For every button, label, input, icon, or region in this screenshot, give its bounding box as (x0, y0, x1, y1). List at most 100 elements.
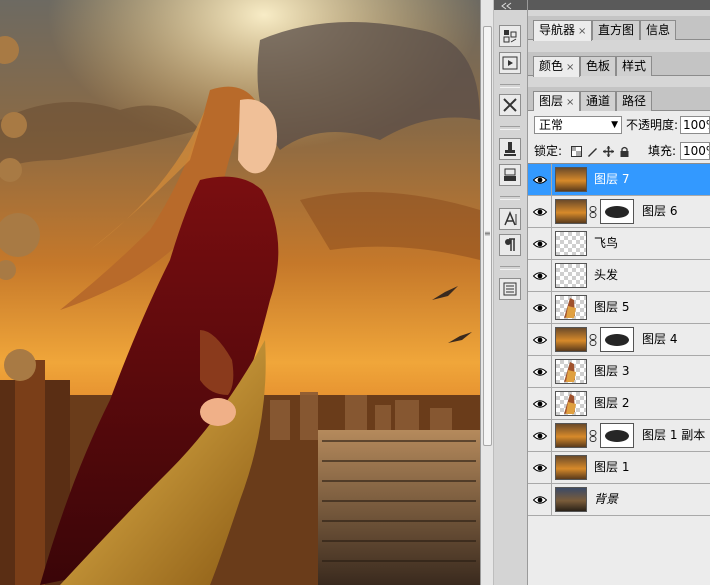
layer-thumbnail[interactable] (555, 359, 587, 384)
layer-row[interactable]: 图层 3 (528, 356, 710, 388)
layer-thumbnail[interactable] (555, 263, 587, 288)
layer-thumbnail[interactable] (555, 455, 587, 480)
brush-tools-button[interactable] (499, 94, 521, 116)
tab-color[interactable]: 颜色 × (533, 56, 581, 77)
vertical-scrollbar[interactable]: ≡ (480, 0, 494, 585)
layer-name[interactable]: 飞鸟 (594, 235, 618, 251)
layer-row[interactable]: 图层 4 (528, 324, 710, 356)
paragraph-button[interactable] (499, 234, 521, 256)
layer-mask-thumbnail[interactable] (600, 423, 634, 448)
layer-row[interactable]: 背景 (528, 484, 710, 516)
layer-thumbnail[interactable] (555, 295, 587, 320)
histogram-button[interactable] (499, 25, 521, 47)
tab-info[interactable]: 信息 (640, 20, 677, 40)
layer-name[interactable]: 头发 (594, 267, 618, 283)
layer-row[interactable]: 图层 1 副本 (528, 420, 710, 452)
eye-icon[interactable] (528, 164, 552, 195)
tab-swatches[interactable]: 色板 (580, 56, 617, 76)
histogram-icon (503, 30, 517, 43)
play-icon (502, 56, 518, 70)
tab-label: 直方图 (598, 23, 635, 37)
lock-all-icon[interactable] (618, 145, 630, 157)
layer-row[interactable]: 飞鸟 (528, 228, 710, 260)
eye-icon[interactable] (528, 324, 552, 355)
eye-icon[interactable] (528, 484, 552, 515)
eye-icon[interactable] (528, 356, 552, 387)
eye-icon[interactable] (528, 196, 552, 227)
close-icon[interactable]: × (566, 97, 574, 108)
tab-layers[interactable]: 图层 × (533, 91, 581, 112)
layer-name[interactable]: 图层 1 (594, 459, 629, 475)
tool-separator (500, 196, 520, 200)
layer-list: 图层 7 图层 6 飞鸟头发图层 5 图层 4 图层 3 图层 2 图层 1 副本 图层 1 背… (528, 163, 710, 585)
layer-row[interactable]: 图层 5 (528, 292, 710, 324)
layer-row[interactable]: 图层 7 (528, 164, 710, 196)
layer-thumbnail[interactable] (555, 199, 587, 224)
tab-channels[interactable]: 通道 (580, 91, 617, 111)
layer-row[interactable]: 头发 (528, 260, 710, 292)
tab-label: 导航器 (539, 23, 576, 37)
link-chain-icon[interactable] (589, 334, 597, 346)
lock-image-icon[interactable] (586, 145, 598, 157)
layer-thumbnail[interactable] (555, 423, 587, 448)
layer-mask-thumbnail[interactable] (600, 327, 634, 352)
tab-navigator[interactable]: 导航器 × (533, 20, 593, 41)
tool-separator (500, 266, 520, 270)
tab-label: 路径 (622, 94, 647, 108)
close-icon[interactable]: × (578, 26, 586, 37)
layer-mask-thumbnail[interactable] (600, 199, 634, 224)
eye-icon[interactable] (528, 452, 552, 483)
eye-icon[interactable] (528, 420, 552, 451)
panel-dock-header[interactable] (528, 0, 710, 10)
layer-thumbnail[interactable] (555, 231, 587, 256)
link-chain-icon[interactable] (589, 430, 597, 442)
layer-thumbnail[interactable] (555, 167, 587, 192)
document-canvas[interactable] (0, 0, 480, 585)
color-panel-tabs: 颜色 × 色板 样式 (528, 52, 710, 77)
eye-icon[interactable] (528, 388, 552, 419)
paragraph-icon (505, 238, 515, 251)
clone-source-button[interactable] (499, 138, 521, 160)
layer-thumbnail[interactable] (555, 391, 587, 416)
layer-name[interactable]: 图层 2 (594, 395, 629, 411)
layer-name[interactable]: 图层 1 副本 (642, 427, 705, 443)
history-button[interactable] (499, 164, 521, 186)
layer-name[interactable]: 图层 7 (594, 171, 629, 187)
tab-paths[interactable]: 路径 (616, 91, 653, 111)
collapse-arrows-icon[interactable] (494, 1, 528, 11)
opacity-value: 100% (683, 118, 709, 132)
layer-name[interactable]: 图层 4 (642, 331, 677, 347)
layer-thumbnail[interactable] (555, 487, 587, 512)
fill-field[interactable]: 100% (680, 142, 710, 160)
layer-row[interactable]: 图层 6 (528, 196, 710, 228)
blend-mode-select[interactable]: 正常 ▼ (534, 116, 622, 134)
actions-button[interactable] (499, 52, 521, 74)
layer-name[interactable]: 背景 (594, 491, 618, 507)
layers-panel-tabs: 图层 × 通道 路径 (528, 87, 710, 112)
lock-transparent-icon[interactable] (570, 145, 582, 157)
tab-styles[interactable]: 样式 (616, 56, 653, 76)
blend-opacity-row: 正常 ▼ 不透明度: 100% (528, 113, 710, 137)
eye-icon[interactable] (528, 292, 552, 323)
opacity-field[interactable]: 100% (680, 116, 710, 134)
layer-thumbnail[interactable] (555, 327, 587, 352)
eye-icon[interactable] (528, 228, 552, 259)
tool-separator (500, 84, 520, 88)
layer-name[interactable]: 图层 3 (594, 363, 629, 379)
link-chain-icon[interactable] (589, 206, 597, 218)
character-button[interactable] (499, 208, 521, 230)
notes-button[interactable] (499, 278, 521, 300)
lock-label: 锁定: (534, 144, 563, 158)
layer-row[interactable]: 图层 1 (528, 452, 710, 484)
tab-label: 信息 (646, 23, 671, 37)
tab-label: 色板 (586, 59, 611, 73)
tab-histogram[interactable]: 直方图 (592, 20, 641, 40)
close-icon[interactable]: × (566, 62, 574, 73)
lock-position-icon[interactable] (602, 145, 614, 157)
history-brush-icon (504, 168, 516, 181)
fill-label: 填充: (648, 144, 677, 158)
layer-row[interactable]: 图层 2 (528, 388, 710, 420)
layer-name[interactable]: 图层 6 (642, 203, 677, 219)
eye-icon[interactable] (528, 260, 552, 291)
layer-name[interactable]: 图层 5 (594, 299, 629, 315)
